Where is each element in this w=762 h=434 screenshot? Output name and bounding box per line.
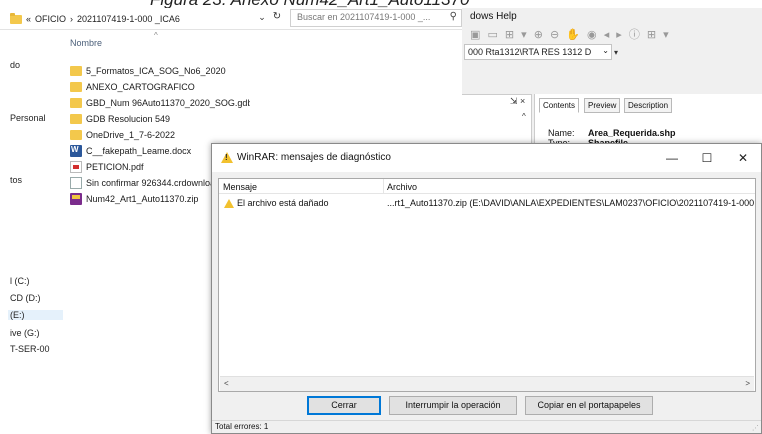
nav-item-drive-d[interactable]: CD (D:) <box>10 293 41 303</box>
sort-ascending-icon: ^ <box>154 31 158 40</box>
refresh-icon[interactable]: ↻ <box>270 11 284 27</box>
file-name: OneDrive_1_7-6-2022 <box>86 130 176 140</box>
file-name: Sin confirmar 926344.crdownload <box>86 178 221 188</box>
warning-icon <box>224 199 234 208</box>
file-row[interactable]: GBD_Num 96Auto11370_2020_SOG.gdb <box>70 96 250 110</box>
file-row[interactable]: GDB Resolucion 549 <box>70 112 250 126</box>
navigation-pane: do Personal tos l (C:) CD (D:) (E:) ive … <box>0 30 65 434</box>
column-header-message[interactable]: Mensaje <box>223 182 257 192</box>
scroll-right-icon[interactable]: > <box>745 379 750 388</box>
dialog-title: WinRAR: mensajes de diagnóstico <box>237 152 391 163</box>
list-item[interactable]: El archivo está dañado ...rt1_Auto11370.… <box>219 197 755 211</box>
breadcrumb-current-folder[interactable]: 2021107419-1-000 _ICA6 <box>77 14 180 24</box>
resize-grip-icon[interactable]: ⋰ <box>752 424 759 432</box>
address-bar: « OFICIO › 2021107419-1-000 _ICA6 ⌄ ↻ Bu… <box>0 8 470 30</box>
file-path-text: ...rt1_Auto11370.zip (E:\DAVID\ANLA\EXPE… <box>387 198 755 208</box>
blank-file-icon <box>70 177 82 189</box>
arcmap-menu-bar[interactable]: dows Help <box>470 11 517 22</box>
file-name: ANEXO_CARTOGRAFICO <box>86 82 195 92</box>
nav-item-drive-g[interactable]: ive (G:) <box>10 328 40 338</box>
folder-icon <box>70 114 82 124</box>
folder-icon <box>70 82 82 92</box>
file-name: 5_Formatos_ICA_SOG_No6_2020 <box>86 66 226 76</box>
folder-icon <box>70 66 82 76</box>
nav-item-drive-e[interactable]: (E:) <box>8 310 63 320</box>
column-header-file[interactable]: Archivo <box>387 182 417 192</box>
file-row[interactable]: ANEXO_CARTOGRAFICO <box>70 80 250 94</box>
scroll-up-icon[interactable]: ^ <box>522 112 526 121</box>
breadcrumb[interactable]: « OFICIO › 2021107419-1-000 _ICA6 <box>10 11 250 27</box>
horizontal-scrollbar[interactable]: < > <box>220 376 754 391</box>
tab-description[interactable]: Description <box>624 98 673 113</box>
file-name: C__fakepath_Leame.docx <box>86 146 192 156</box>
chevron-down-icon[interactable]: ⌄ <box>256 12 268 26</box>
minimize-button[interactable]: — <box>657 148 687 168</box>
dialog-title-bar[interactable]: WinRAR: mensajes de diagnóstico — ☐ ✕ <box>212 144 761 172</box>
nav-item-onedrive-personal[interactable]: Personal <box>10 113 46 123</box>
scroll-left-icon[interactable]: < <box>224 379 229 388</box>
file-name: GBD_Num 96Auto11370_2020_SOG.gdb <box>86 98 250 108</box>
tab-preview[interactable]: Preview <box>584 98 621 113</box>
layer-selector-value: 000 Rta1312\RTA RES 1312 D <box>468 47 592 57</box>
chevron-down-icon[interactable]: ⌄ <box>602 46 609 55</box>
pdf-file-icon <box>70 161 82 173</box>
file-name: GDB Resolucion 549 <box>86 114 171 124</box>
nav-item-quick-access[interactable]: do <box>10 60 20 70</box>
folder-icon <box>10 12 22 24</box>
interrupt-operation-button[interactable]: Interrumpir la operación <box>389 396 517 415</box>
search-icon[interactable]: ⚲ <box>450 11 457 22</box>
toolbar-dropdown-icon[interactable]: ▾ <box>614 48 618 57</box>
file-name: Num42_Art1_Auto11370.zip <box>86 194 199 204</box>
file-row[interactable]: 5_Formatos_ICA_SOG_No6_2020 <box>70 64 250 78</box>
file-row[interactable]: OneDrive_1_7-6-2022 <box>70 128 250 142</box>
figure-caption: Figura 23. Anexo Num42_Art1_Auto11370 <box>150 0 680 8</box>
copy-to-clipboard-button[interactable]: Copiar en el portapapeles <box>525 396 653 415</box>
column-header-label: Nombre <box>70 38 103 48</box>
nav-item-network[interactable]: T-SER-00 <box>10 344 50 354</box>
breadcrumb-oficio[interactable]: OFICIO <box>35 14 66 24</box>
word-document-icon <box>70 145 82 157</box>
message-text: El archivo está dañado <box>237 198 329 208</box>
property-name-label: Name: <box>548 128 575 138</box>
close-dialog-button[interactable]: Cerrar <box>307 396 381 415</box>
maximize-button[interactable]: ☐ <box>692 148 722 168</box>
column-header-name[interactable]: Nombre ^ <box>70 31 250 52</box>
nav-item-drive-c[interactable]: l (C:) <box>10 276 30 286</box>
winrar-archive-icon <box>70 193 82 205</box>
file-name: PETICION.pdf <box>86 162 144 172</box>
arcmap-toolbar-icons[interactable]: ▣ ▭ ⊞ ▾ ⊕ ⊖ ✋ ◉ ◂ ▸ ⓘ ⊞ ▾ <box>470 26 762 42</box>
nav-item-documents[interactable]: tos <box>10 175 22 185</box>
column-divider[interactable] <box>383 179 384 194</box>
property-name-value: Area_Requerida.shp <box>588 128 676 138</box>
diagnostics-list[interactable]: Mensaje Archivo El archivo está dañado .… <box>218 178 756 392</box>
winrar-diagnostics-dialog: WinRAR: mensajes de diagnóstico — ☐ ✕ Me… <box>211 143 762 434</box>
warning-icon <box>221 152 233 163</box>
folder-icon <box>70 130 82 140</box>
error-count: Total errores: 1 <box>215 422 269 431</box>
pane-pin-close-icons[interactable]: ⇲ × <box>510 96 525 107</box>
folder-icon <box>70 98 82 108</box>
list-header: Mensaje Archivo <box>219 179 755 194</box>
status-bar: Total errores: 1 ⋰ <box>212 420 761 433</box>
layer-selector[interactable]: 000 Rta1312\RTA RES 1312 D ⌄ <box>464 44 612 60</box>
tab-contents[interactable]: Contents <box>539 98 580 113</box>
search-input[interactable]: Buscar en 2021107419-1-000 _... ⚲ <box>290 9 462 27</box>
close-button[interactable]: ✕ <box>728 148 758 168</box>
breadcrumb-overflow[interactable]: « <box>26 14 31 24</box>
search-placeholder: Buscar en 2021107419-1-000 _... <box>297 12 431 22</box>
breadcrumb-separator: › <box>70 14 74 24</box>
